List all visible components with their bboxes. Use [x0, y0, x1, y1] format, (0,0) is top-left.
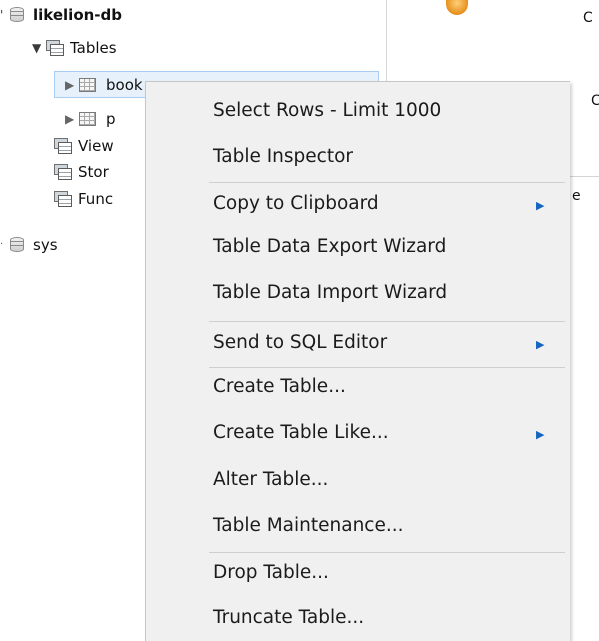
menu-item-copy-to-clipboard[interactable]: Copy to Clipboard ▶	[146, 189, 571, 217]
right-pane-text: C	[583, 10, 593, 26]
table-book-label: book	[106, 75, 143, 94]
tree-schema-likelion-db[interactable]: ' likelion-db	[0, 3, 122, 26]
menu-item-label: Create Table...	[213, 375, 346, 397]
functions-folder-icon	[54, 190, 72, 207]
collapsed-arrow-icon[interactable]: ·	[0, 239, 10, 250]
views-folder-icon	[54, 137, 72, 154]
menu-item-label: Create Table Like...	[213, 421, 389, 443]
table-second-label: p	[106, 109, 116, 128]
views-label: View	[78, 136, 114, 155]
database-icon	[10, 236, 24, 253]
table-icon	[79, 111, 96, 126]
menu-item-table-data-export-wizard[interactable]: Table Data Export Wizard	[146, 232, 571, 260]
expand-arrow-icon[interactable]: ▶	[65, 112, 79, 126]
stored-procedures-label: Stor	[78, 162, 109, 181]
menu-separator	[209, 182, 565, 183]
tree-group-stored-procedures[interactable]: Stor	[54, 160, 109, 183]
tree-group-tables[interactable]: ▼ Tables	[32, 36, 117, 59]
menu-item-label: Select Rows - Limit 1000	[213, 99, 442, 121]
menu-item-label: Table Maintenance...	[213, 514, 404, 536]
menu-item-label: Copy to Clipboard	[213, 192, 379, 214]
menu-item-table-inspector[interactable]: Table Inspector	[146, 142, 571, 170]
database-icon	[10, 6, 24, 23]
submenu-arrow-icon: ▶	[536, 428, 545, 441]
menu-item-alter-table[interactable]: Alter Table...	[146, 465, 571, 493]
tree-group-functions[interactable]: Func	[54, 187, 113, 210]
menu-item-label: Table Data Export Wizard	[213, 235, 447, 257]
tree-group-views[interactable]: View	[54, 134, 114, 157]
functions-label: Func	[78, 189, 114, 208]
menu-item-table-maintenance[interactable]: Table Maintenance...	[146, 511, 571, 539]
table-icon	[79, 77, 96, 92]
tree-schema-sys[interactable]: · sys	[0, 233, 58, 256]
submenu-arrow-icon: ▶	[536, 338, 545, 351]
menu-item-drop-table[interactable]: Drop Table...	[146, 558, 571, 586]
menu-item-select-rows[interactable]: Select Rows - Limit 1000	[146, 96, 571, 124]
menu-item-label: Table Data Import Wizard	[213, 281, 448, 303]
menu-item-table-data-import-wizard[interactable]: Table Data Import Wizard	[146, 278, 571, 306]
menu-item-create-table-like[interactable]: Create Table Like... ▶	[146, 418, 571, 446]
menu-item-truncate-table[interactable]: Truncate Table...	[146, 603, 571, 631]
expand-arrow-icon[interactable]: ▶	[65, 78, 79, 92]
menu-item-send-to-sql-editor[interactable]: Send to SQL Editor ▶	[146, 328, 571, 356]
stored-procedures-folder-icon	[54, 163, 72, 180]
submenu-arrow-icon: ▶	[536, 199, 545, 212]
menu-separator	[209, 321, 565, 322]
menu-item-create-table[interactable]: Create Table...	[146, 372, 571, 400]
menu-separator	[209, 367, 565, 368]
menu-separator	[209, 552, 565, 553]
tables-folder-icon	[46, 39, 64, 56]
schema-label: likelion-db	[33, 5, 122, 24]
menu-item-label: Alter Table...	[213, 468, 329, 490]
tables-label: Tables	[70, 38, 117, 57]
tree-table-second[interactable]: ▶ p	[65, 107, 116, 130]
menu-item-label: Drop Table...	[213, 561, 329, 583]
right-pane-text: C	[591, 93, 599, 109]
sys-label: sys	[33, 235, 58, 254]
menu-item-label: Send to SQL Editor	[213, 331, 388, 353]
menu-item-label: Table Inspector	[213, 145, 354, 167]
server-status-icon	[446, 0, 468, 15]
menu-item-label: Truncate Table...	[213, 606, 365, 628]
expanded-arrow-icon[interactable]: ▼	[32, 41, 46, 55]
right-pane-text: e	[572, 188, 581, 204]
table-context-menu: Select Rows - Limit 1000 Table Inspector…	[145, 81, 570, 641]
collapse-arrow-icon[interactable]: '	[0, 8, 10, 22]
